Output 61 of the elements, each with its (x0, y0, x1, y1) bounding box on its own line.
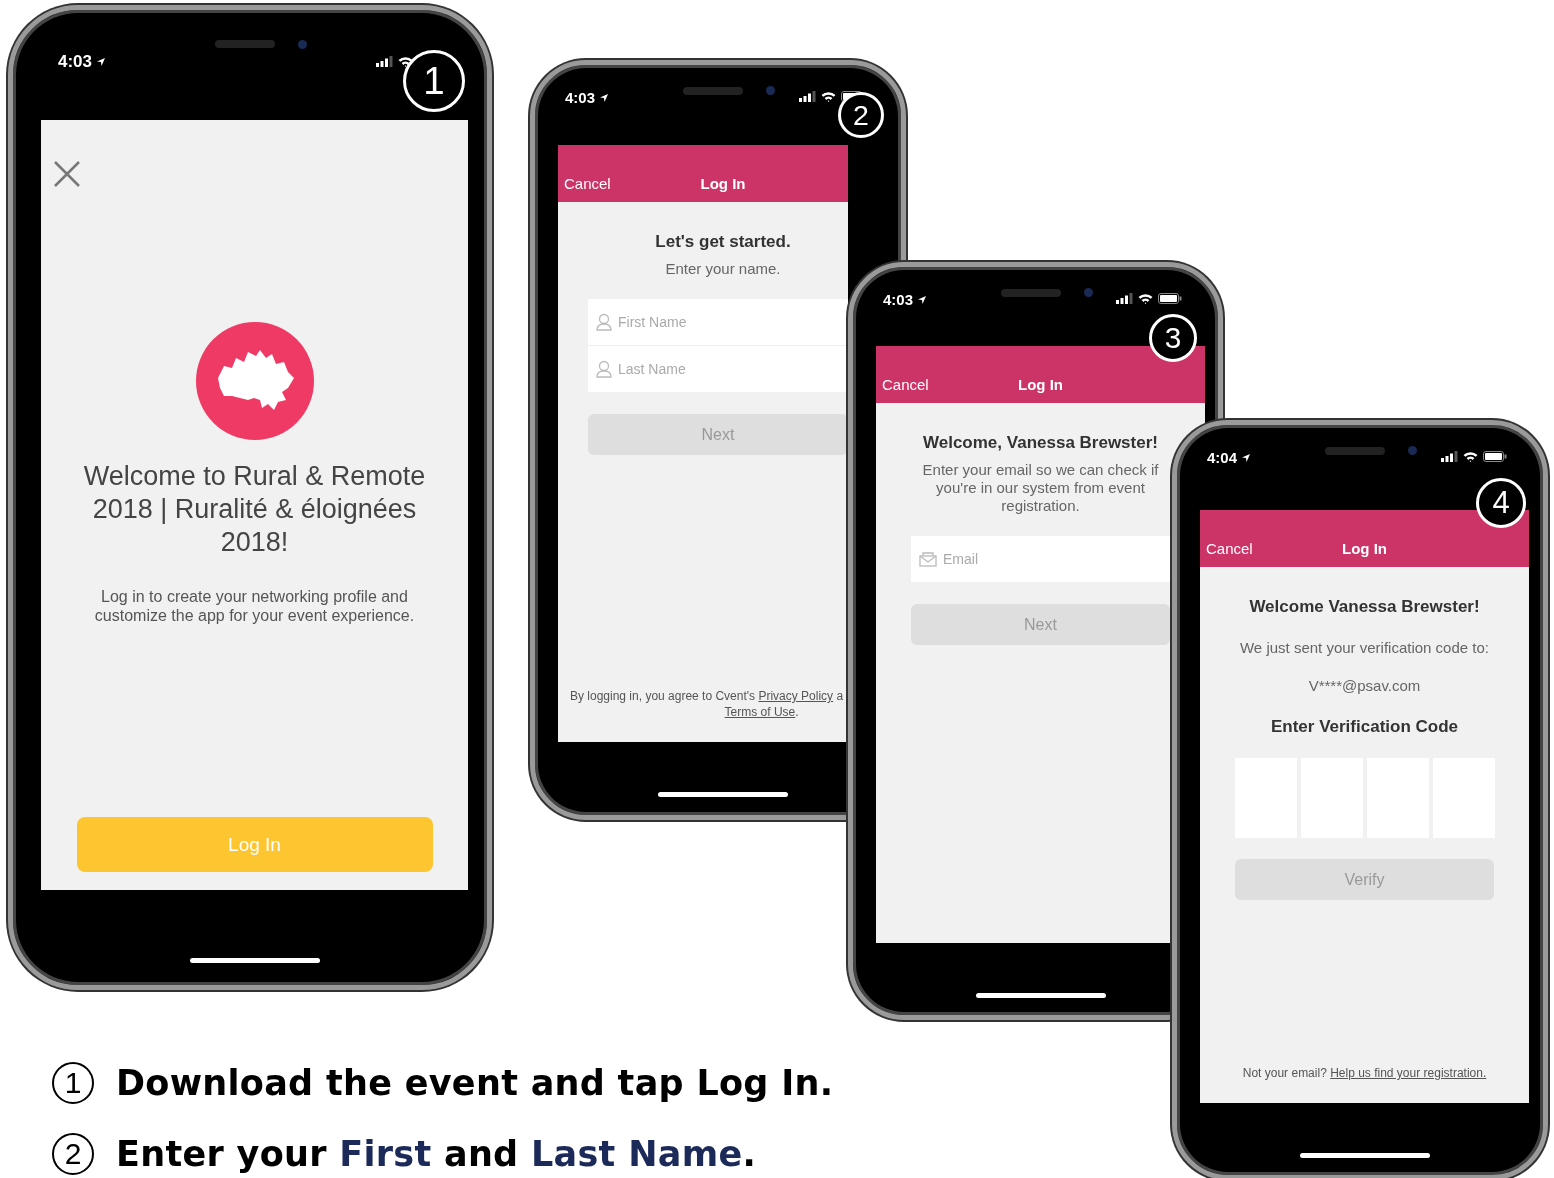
speaker-grille (683, 87, 743, 95)
speaker-grille (1325, 447, 1385, 455)
heading: Let's get started. (655, 232, 791, 252)
next-button[interactable]: Next (588, 414, 848, 455)
speaker-grille (1000, 289, 1061, 297)
help-link[interactable]: Help us find your registration. (1330, 1066, 1487, 1080)
wifi-icon (1138, 293, 1153, 304)
step-badge: 1 (403, 50, 465, 112)
heading: Welcome, Vanessa Brewster! (923, 433, 1158, 453)
location-icon (96, 57, 107, 67)
person-icon (596, 313, 612, 331)
nav-title: Log In (1018, 376, 1063, 393)
camera-lens (1083, 288, 1093, 297)
wifi-icon (1463, 451, 1478, 462)
nav-title: Log In (1342, 540, 1387, 557)
step-number: 1 (52, 1062, 94, 1104)
step-badge: 3 (1149, 314, 1197, 362)
battery-icon (1483, 451, 1507, 462)
next-button[interactable]: Next (911, 604, 1170, 645)
log-in-button[interactable]: Log In (76, 817, 433, 872)
step-badge: 4 (1476, 478, 1526, 528)
subheading: We just sent your verification code to: (1239, 639, 1490, 657)
speaker-grille (215, 40, 275, 48)
wifi-icon (821, 91, 836, 102)
footer-text: Not your email? Help us find your registration. (1242, 1065, 1487, 1081)
envelope-icon (919, 551, 937, 567)
status-time: 4:03 (565, 89, 610, 106)
location-icon (917, 294, 928, 305)
step-number: 2 (52, 1133, 94, 1175)
cancel-button[interactable]: Cancel (1206, 540, 1253, 557)
camera-lens (1408, 446, 1417, 455)
caption-text: Enter your First and Last Name. (116, 1134, 757, 1174)
camera-lens (766, 86, 775, 95)
battery-icon (1158, 293, 1182, 304)
caption-text: Download the event and tap Log In. (116, 1063, 834, 1103)
camera-lens (298, 40, 307, 49)
code-label: Enter Verification Code (1270, 717, 1458, 737)
welcome-description: Log in to create your networking profile and customize the app for your event experience. (93, 587, 416, 625)
cancel-button[interactable]: Cancel (882, 376, 929, 393)
step-badge: 2 (838, 92, 884, 138)
signal-icon (376, 56, 393, 67)
cancel-button[interactable]: Cancel (564, 175, 611, 192)
status-time: 4:03 (58, 52, 107, 72)
close-icon[interactable] (53, 160, 81, 188)
signal-icon (799, 91, 816, 102)
signal-icon (1441, 451, 1458, 462)
masked-email: V****@psav.com (1308, 677, 1421, 695)
heading: Welcome Vanessa Brewster! (1249, 597, 1480, 617)
status-time: 4:03 (883, 291, 928, 308)
subheading: Enter your name. (665, 260, 781, 278)
location-icon (1241, 452, 1252, 463)
subheading: Enter your email so we can check if you're in our system from event registration. (921, 461, 1160, 515)
nav-title: Log In (700, 175, 746, 192)
location-icon (599, 92, 610, 103)
signal-icon (1116, 293, 1133, 304)
welcome-title: Welcome to Rural & Remote 2018 | Ruralité & éloignées 2018! (82, 460, 427, 559)
verify-button[interactable]: Verify (1235, 859, 1494, 900)
person-icon (596, 360, 612, 378)
legal-text: By logging in, you agree to Cvent's Privacy Policy a Terms of Use. (570, 688, 844, 720)
privacy-link[interactable]: Privacy Policy (758, 689, 834, 703)
status-time: 4:04 (1207, 449, 1252, 466)
